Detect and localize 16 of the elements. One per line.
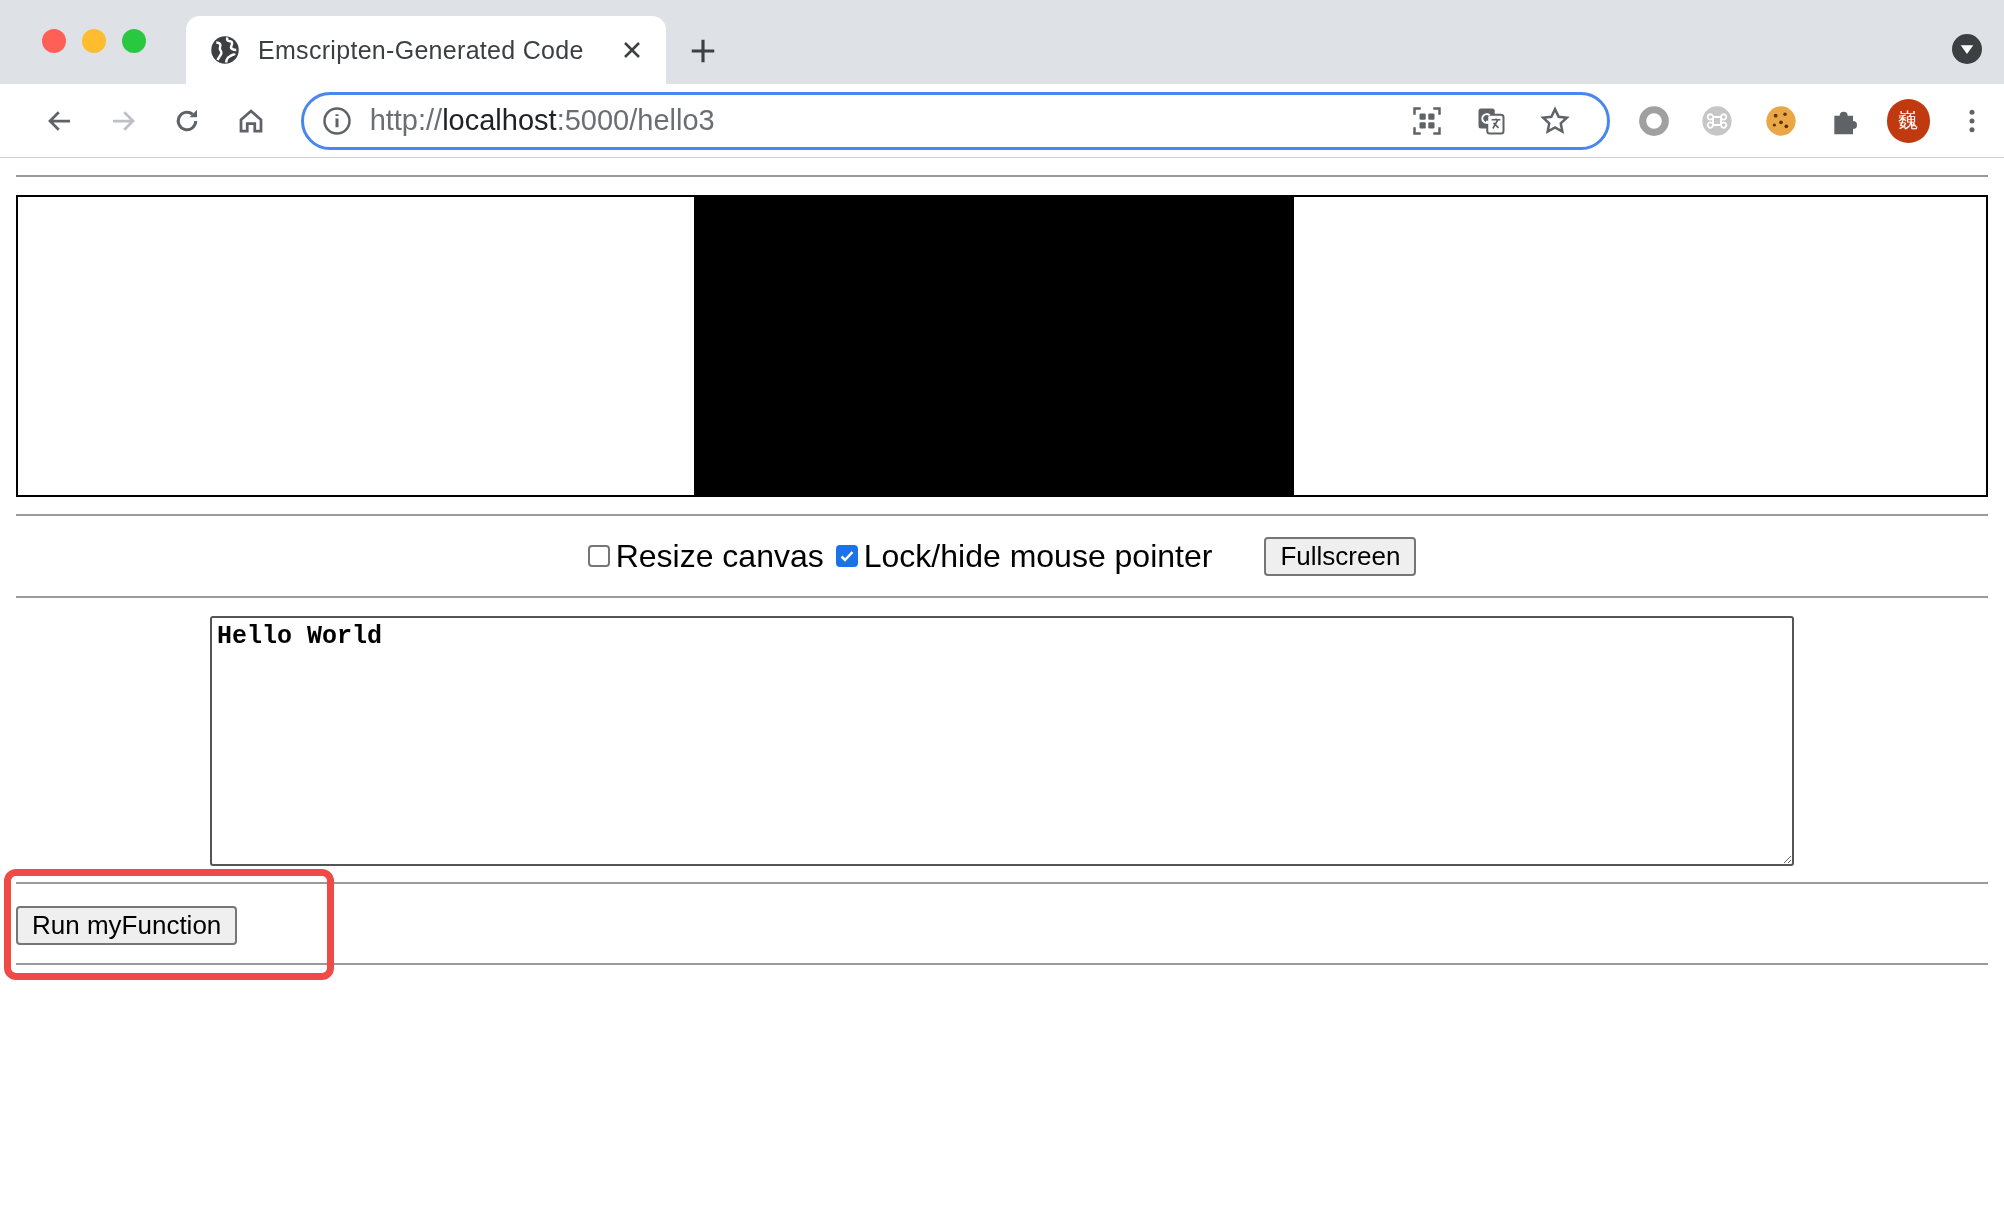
output-textarea[interactable]: Hello World xyxy=(210,616,1794,866)
checkbox[interactable] xyxy=(587,545,610,567)
run-function-button[interactable]: Run myFunction xyxy=(16,906,238,945)
fullscreen-button[interactable]: Fullscreen xyxy=(1264,536,1417,576)
checkmark-icon xyxy=(838,548,855,564)
browser-tab[interactable]: Emscripten-Generated Code xyxy=(186,16,666,84)
url-text: http://localhost:5000/hello3 xyxy=(369,104,716,137)
close-tab-icon[interactable] xyxy=(622,40,642,60)
checkbox[interactable] xyxy=(835,545,858,567)
profile-avatar[interactable]: 巍 xyxy=(1886,98,1931,143)
checkbox-label: Resize canvas xyxy=(615,537,824,575)
globe-icon xyxy=(210,35,240,65)
address-bar[interactable]: http://localhost:5000/hello3 xyxy=(300,91,1610,150)
tab-search-icon[interactable] xyxy=(1952,34,1982,64)
info-icon[interactable] xyxy=(321,105,352,136)
checkbox-label: Lock/hide mouse pointer xyxy=(863,537,1213,575)
